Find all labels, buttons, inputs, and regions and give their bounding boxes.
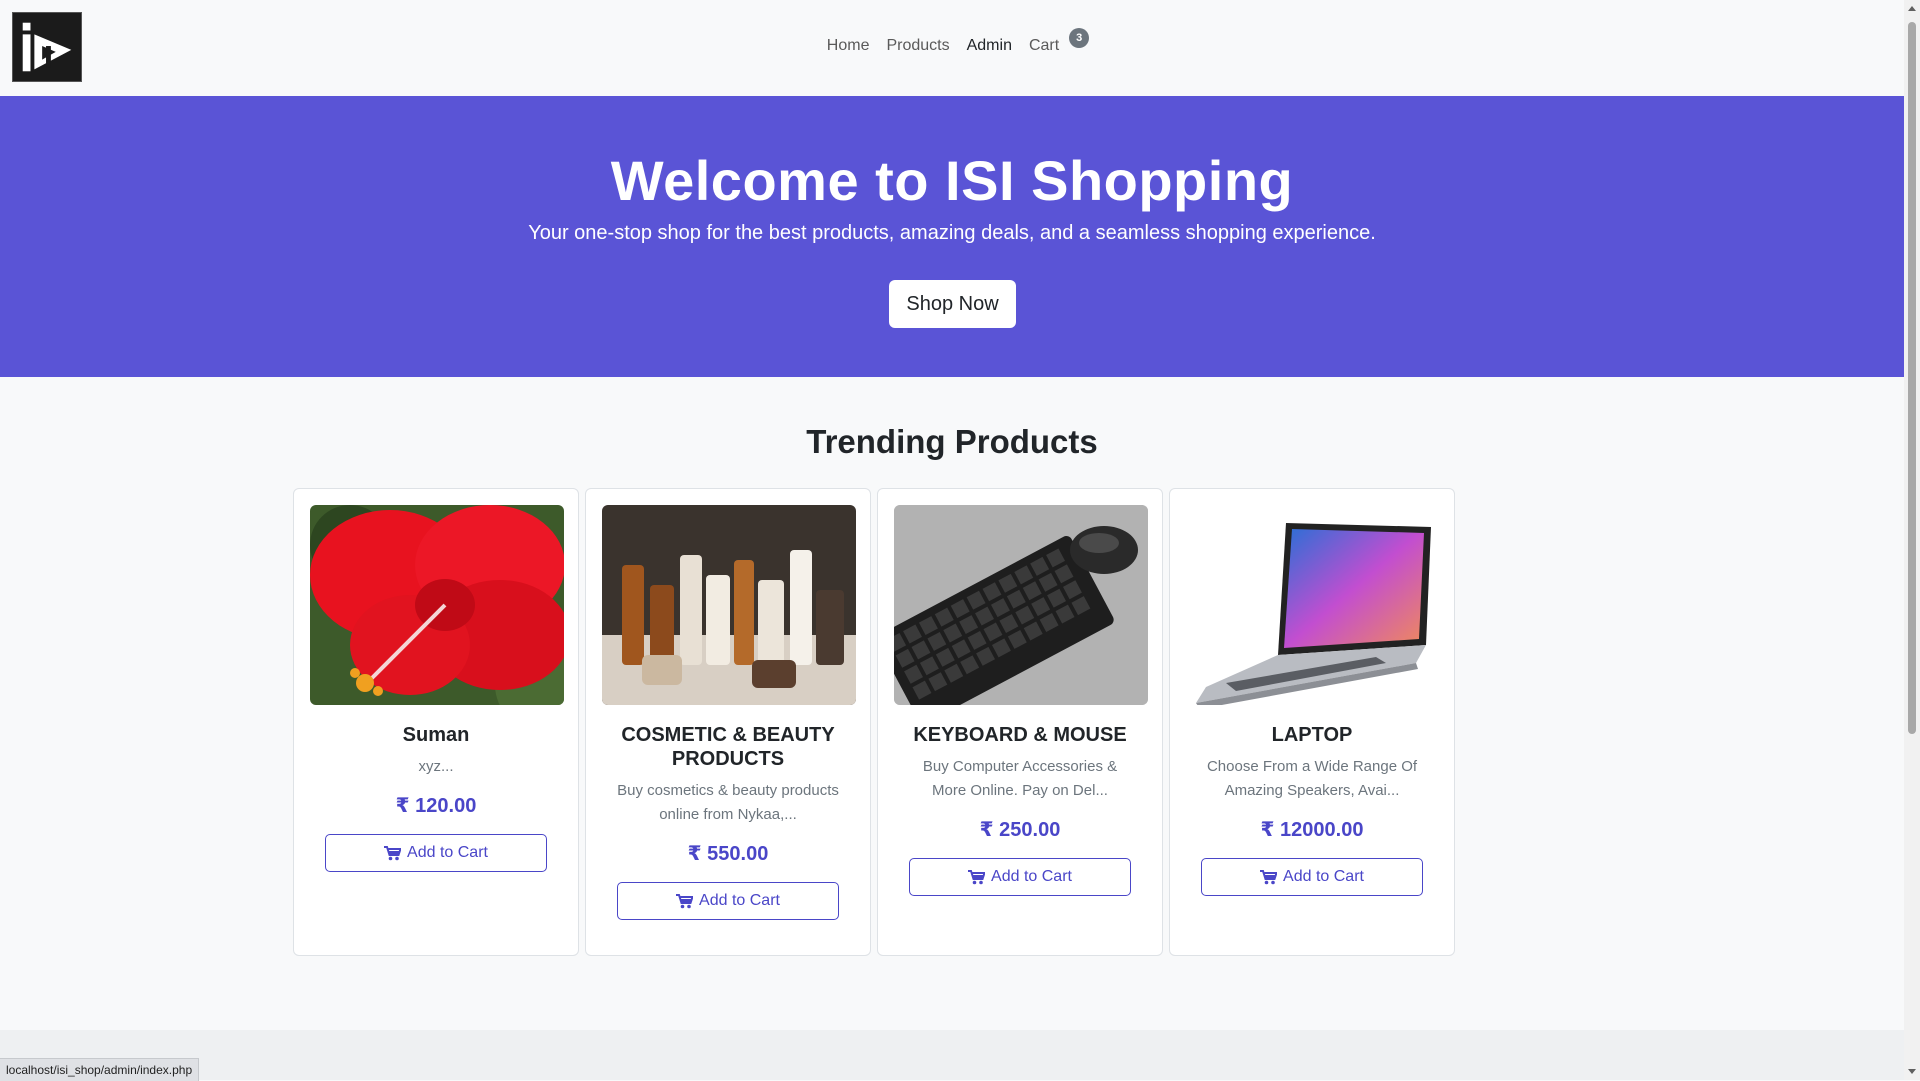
product-name: Suman bbox=[402, 724, 470, 746]
product-price: ₹ 250.00 bbox=[979, 819, 1061, 841]
product-image[interactable] bbox=[602, 505, 856, 705]
product-card: COSMETIC & BEAUTY PRODUCTS Buy cosmetics… bbox=[585, 488, 871, 956]
scrollbar-thumb[interactable] bbox=[1908, 22, 1916, 734]
trending-title: Trending Products bbox=[806, 423, 1098, 460]
hero-subtitle: Your one-stop shop for the best products… bbox=[528, 222, 1376, 244]
hero-title: Welcome to ISI Shopping bbox=[610, 149, 1294, 212]
product-image[interactable] bbox=[1186, 505, 1440, 705]
scroll-down-icon[interactable] bbox=[1908, 1069, 1916, 1074]
laptop-image bbox=[1186, 505, 1440, 705]
product-description: xyz... bbox=[418, 758, 454, 775]
product-name: LAPTOP bbox=[1271, 724, 1353, 746]
product-card: Suman xyz... ₹ 120.00 Add to Cart bbox=[293, 488, 579, 956]
product-name: KEYBOARD & MOUSE bbox=[913, 724, 1127, 746]
product-card: LAPTOP Choose From a Wide Range Of Amazi… bbox=[1169, 488, 1455, 956]
add-to-cart-button[interactable]: Add to Cart bbox=[325, 834, 547, 872]
product-price: ₹ 12000.00 bbox=[1260, 819, 1364, 841]
shop-now-button[interactable]: Shop Now bbox=[889, 280, 1016, 328]
hibiscus-image bbox=[310, 505, 564, 705]
cart-icon bbox=[384, 845, 402, 860]
nav-cart[interactable]: Cart 3 bbox=[1028, 28, 1090, 55]
cart-icon bbox=[1260, 869, 1278, 884]
product-price: ₹ 550.00 bbox=[687, 843, 769, 865]
add-to-cart-label: Add to Cart bbox=[407, 844, 488, 861]
add-to-cart-button[interactable]: Add to Cart bbox=[1201, 858, 1423, 896]
cart-count-badge: 3 bbox=[1069, 28, 1090, 48]
hero-banner: Welcome to ISI Shopping Your one-stop sh… bbox=[0, 96, 1904, 377]
nav-admin[interactable]: Admin bbox=[967, 37, 1012, 55]
cart-icon bbox=[676, 893, 694, 908]
footer-area bbox=[0, 1030, 1904, 1080]
nav-products[interactable]: Products bbox=[886, 37, 949, 55]
keyboard-image bbox=[894, 505, 1148, 705]
cosmetics-image bbox=[602, 505, 856, 705]
cart-icon bbox=[968, 869, 986, 884]
add-to-cart-button[interactable]: Add to Cart bbox=[909, 858, 1131, 896]
add-to-cart-button[interactable]: Add to Cart bbox=[617, 882, 839, 920]
product-image[interactable] bbox=[310, 505, 564, 705]
nav-home[interactable]: Home bbox=[827, 37, 870, 55]
product-description: Buy cosmetics & beauty products online f… bbox=[617, 782, 839, 823]
product-image[interactable] bbox=[894, 505, 1148, 705]
nav-links: Home Products Admin Cart 3 bbox=[0, 28, 1904, 55]
product-card: KEYBOARD & MOUSE Buy Computer Accessorie… bbox=[877, 488, 1163, 956]
navbar: Home Products Admin Cart 3 bbox=[0, 0, 1904, 97]
add-to-cart-label: Add to Cart bbox=[1283, 868, 1364, 885]
nav-cart-label: Cart bbox=[1028, 37, 1060, 54]
product-description: Buy Computer Accessories & More Online. … bbox=[922, 758, 1118, 799]
product-description: Choose From a Wide Range Of Amazing Spea… bbox=[1206, 758, 1418, 799]
add-to-cart-label: Add to Cart bbox=[991, 868, 1072, 885]
product-name: COSMETIC & BEAUTY PRODUCTS bbox=[621, 724, 835, 770]
scroll-up-icon[interactable] bbox=[1908, 6, 1916, 11]
add-to-cart-label: Add to Cart bbox=[699, 892, 780, 909]
status-bar-url: localhost/isi_shop/admin/index.php bbox=[0, 1058, 200, 1081]
product-grid: Suman xyz... ₹ 120.00 Add to Cart COSMET… bbox=[293, 488, 1455, 956]
vertical-scrollbar[interactable] bbox=[1904, 0, 1920, 1080]
product-price: ₹ 120.00 bbox=[395, 795, 477, 817]
